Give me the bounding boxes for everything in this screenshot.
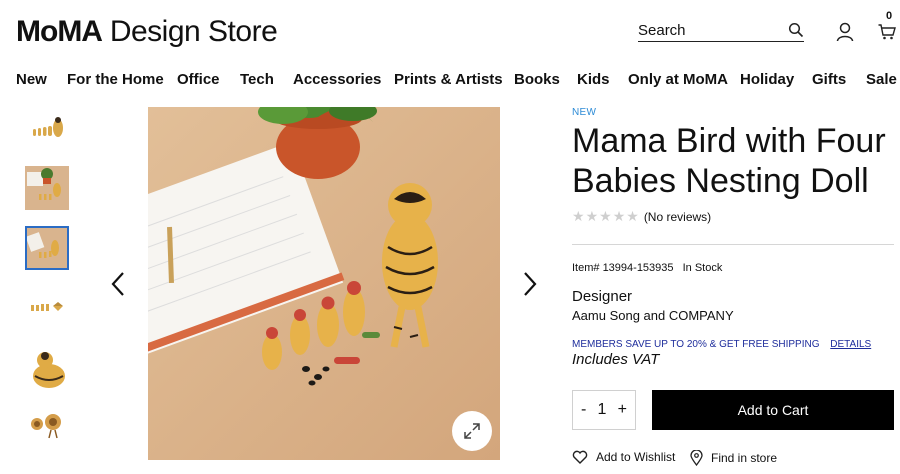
nav-tech[interactable]: Tech (240, 71, 274, 88)
chevron-left-icon[interactable] (108, 270, 128, 298)
thumbnail-3-selected[interactable] (25, 226, 69, 270)
thumbnail-image (25, 106, 69, 150)
wishlist-link[interactable]: Add to Wishlist (572, 450, 675, 464)
divider (572, 244, 894, 245)
product-title: Mama Bird with Four Babies Nesting Doll (572, 122, 886, 200)
stock-status: In Stock (682, 262, 723, 274)
thumbnail-6[interactable] (25, 404, 69, 448)
star-icon: ★ (599, 208, 612, 224)
reviews-count: (No reviews) (643, 209, 712, 224)
logo-design-store: Design Store (109, 15, 278, 48)
vat-note: Includes VAT (572, 351, 660, 368)
nav-prints-artists[interactable]: Prints & Artists (394, 71, 503, 88)
find-in-store-label: Find in store (711, 451, 778, 465)
qty-value[interactable]: 1 (598, 401, 607, 419)
nav-holiday[interactable]: Holiday (740, 71, 794, 88)
heart-icon (572, 450, 588, 464)
thumbnail-5[interactable] (25, 346, 69, 390)
main-nav: New For the Home Office Tech Accessories… (0, 71, 900, 91)
thumbnail-image (27, 228, 67, 268)
cart-button[interactable]: 0 (878, 10, 898, 42)
thumbnail-4[interactable] (25, 286, 69, 330)
nav-accessories[interactable]: Accessories (293, 71, 381, 88)
search-box (638, 20, 804, 42)
promo-details-link[interactable]: DETAILS (830, 339, 871, 350)
thumbnail-image (25, 404, 69, 448)
thumbnail-image (25, 166, 69, 210)
wishlist-label: Add to Wishlist (596, 450, 676, 464)
thumbnail-1[interactable] (25, 106, 69, 150)
designer-label: Designer (572, 288, 633, 305)
nesting-doll-photo (148, 107, 500, 460)
nav-sale[interactable]: Sale (866, 71, 897, 88)
product-main-image (148, 107, 500, 460)
nav-kids[interactable]: Kids (577, 71, 610, 88)
cart-count: 0 (886, 10, 893, 22)
expand-image-button[interactable] (452, 411, 492, 451)
item-number: Item# 13994-153935 (572, 262, 674, 274)
designer-name[interactable]: Aamu Song and COMPANY (572, 308, 734, 323)
rating[interactable]: ★ ★ ★ ★ ★ (No reviews) (572, 208, 711, 225)
cart-icon (878, 24, 896, 40)
members-promo: MEMBERS SAVE UP TO 20% & GET FREE SHIPPI… (572, 339, 871, 350)
find-in-store-link[interactable]: Find in store (690, 450, 777, 466)
chevron-right-icon[interactable] (520, 270, 540, 298)
logo-moma: MoMA (16, 15, 103, 48)
qty-increment-button[interactable]: + (618, 401, 627, 419)
nav-books[interactable]: Books (514, 71, 560, 88)
item-info: Item# 13994-153935 In Stock (572, 262, 722, 274)
account-icon[interactable] (836, 22, 854, 42)
nav-only-at-moma[interactable]: Only at MoMA (628, 71, 728, 88)
add-to-cart-button[interactable]: Add to Cart (652, 390, 894, 430)
location-pin-icon (690, 450, 703, 466)
search-icon[interactable] (788, 22, 804, 38)
nav-for-the-home[interactable]: For the Home (67, 71, 164, 88)
star-icon: ★ (612, 208, 626, 224)
search-input[interactable] (638, 20, 778, 40)
qty-decrement-button[interactable]: - (581, 401, 586, 419)
star-icon: ★ (585, 208, 599, 224)
star-icon: ★ (572, 208, 585, 224)
promo-text: MEMBERS SAVE UP TO 20% & GET FREE SHIPPI… (572, 339, 820, 350)
thumbnail-image (25, 286, 69, 330)
expand-icon (464, 423, 480, 439)
quantity-stepper: - 1 + (572, 390, 636, 430)
nav-office[interactable]: Office (177, 71, 220, 88)
new-badge: NEW (572, 107, 597, 118)
nav-gifts[interactable]: Gifts (812, 71, 846, 88)
star-icon: ★ (626, 208, 639, 224)
thumbnail-2[interactable] (25, 166, 69, 210)
nav-new[interactable]: New (16, 71, 47, 88)
thumbnail-image (25, 346, 69, 390)
moma-design-store-logo[interactable]: MoMA Design Store (16, 14, 278, 50)
